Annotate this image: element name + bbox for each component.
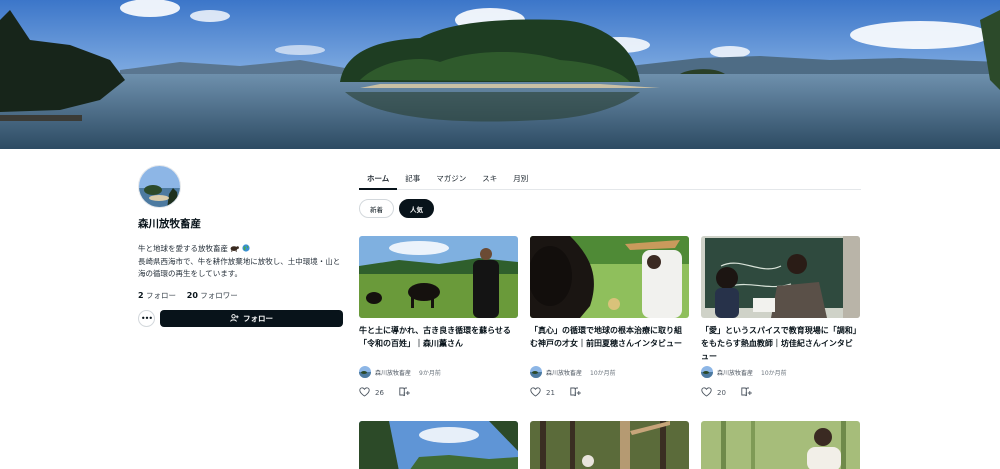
like-count: 21 (546, 389, 555, 397)
like-count: 26 (375, 389, 384, 397)
tab-magazines[interactable]: マガジン (428, 166, 474, 190)
cow-emoji-icon (230, 244, 240, 256)
published-ago: 10か月前 (761, 369, 787, 377)
article-card[interactable]: 「愛」というスパイスで教育現場に「調和」をもたらす熱血教師｜坊佳紀さんインタビュ… (701, 236, 860, 399)
like-count: 20 (717, 389, 726, 397)
tab-articles[interactable]: 記事 (397, 166, 428, 190)
article-card[interactable]: 「真心」の循環で地球の根本治療に取り組む神戸の才女｜前田夏穂さんインタビュー 森… (530, 236, 689, 399)
sort-filters: 新着 人気 (359, 199, 434, 218)
article-meta: 森川放牧畜産 9か月前 (359, 366, 518, 378)
follow-button-label: フォロー (243, 314, 273, 323)
tab-likes[interactable]: スキ (474, 166, 505, 190)
person-add-icon (230, 313, 239, 324)
header-banner-image (0, 0, 1000, 149)
tab-home[interactable]: ホーム (359, 166, 398, 190)
published-ago: 9か月前 (419, 369, 441, 377)
article-card[interactable] (530, 421, 689, 469)
heart-icon[interactable] (359, 387, 370, 399)
author-name[interactable]: 森川放牧畜産 (546, 368, 582, 377)
creator-bio: 牛と地球を愛する放牧畜産 長崎県西海市で、牛を耕作放棄地に放牧し、土中環境・山と… (138, 243, 343, 280)
ellipsis-icon: ••• (140, 313, 153, 323)
creator-name[interactable]: 森川放牧畜産 (138, 216, 343, 231)
article-thumbnail[interactable] (530, 236, 689, 318)
magazine-add-icon[interactable] (570, 387, 581, 399)
author-name[interactable]: 森川放牧畜産 (375, 368, 411, 377)
heart-icon[interactable] (701, 387, 712, 399)
article-card[interactable]: 牛と土に導かれ、古き良き循環を蘇らせる「令和の百姓」｜森川薫さん 森川放牧畜産 … (359, 236, 518, 399)
globe-emoji-icon (242, 244, 250, 256)
follow-stats: 2 フォロー 20 フォロワー (138, 290, 343, 301)
article-stats: 20 (701, 387, 860, 399)
article-thumbnail[interactable] (530, 421, 689, 469)
article-stats: 26 (359, 387, 518, 399)
more-options-button[interactable]: ••• (138, 310, 155, 327)
article-stats: 21 (530, 387, 689, 399)
profile-actions: ••• フォロー (138, 310, 343, 327)
magazine-add-icon[interactable] (741, 387, 752, 399)
article-thumbnail[interactable] (701, 421, 860, 469)
profile-tabs: ホーム 記事 マガジン スキ 月別 (359, 166, 861, 190)
article-meta: 森川放牧畜産 10か月前 (530, 366, 689, 378)
article-thumbnail[interactable] (359, 421, 518, 469)
article-thumbnail[interactable] (701, 236, 860, 318)
magazine-add-icon[interactable] (399, 387, 410, 399)
following-count[interactable]: 2 (138, 291, 144, 300)
article-thumbnail[interactable] (359, 236, 518, 318)
article-card[interactable] (359, 421, 518, 469)
bio-line-1: 牛と地球を愛する放牧畜産 (138, 244, 228, 253)
heart-icon[interactable] (530, 387, 541, 399)
filter-popular[interactable]: 人気 (399, 199, 434, 218)
published-ago: 10か月前 (590, 369, 616, 377)
follow-button[interactable]: フォロー (160, 310, 343, 327)
following-label[interactable]: フォロー (146, 291, 176, 300)
creator-avatar[interactable] (138, 165, 181, 208)
article-title[interactable]: 「真心」の循環で地球の根本治療に取り組む神戸の才女｜前田夏穂さんインタビュー (530, 324, 689, 364)
article-title[interactable]: 牛と土に導かれ、古き良き循環を蘇らせる「令和の百姓」｜森川薫さん (359, 324, 518, 364)
author-avatar[interactable] (701, 366, 713, 378)
author-avatar[interactable] (359, 366, 371, 378)
filter-newest[interactable]: 新着 (359, 199, 394, 218)
bio-line-2: 長崎県西海市で、牛を耕作放棄地に放牧し、土中環境・山と海の循環の再生をしています… (138, 257, 341, 278)
article-card[interactable] (701, 421, 860, 469)
creator-profile: 森川放牧畜産 牛と地球を愛する放牧畜産 長崎県西海市で、牛を耕作放棄地に放牧し、… (138, 165, 343, 327)
followers-label[interactable]: フォロワー (200, 291, 238, 300)
followers-count[interactable]: 20 (187, 291, 198, 300)
tab-monthly[interactable]: 月別 (505, 166, 536, 190)
author-avatar[interactable] (530, 366, 542, 378)
article-title[interactable]: 「愛」というスパイスで教育現場に「調和」をもたらす熱血教師｜坊佳紀さんインタビュ… (701, 324, 860, 364)
author-name[interactable]: 森川放牧畜産 (717, 368, 753, 377)
article-meta: 森川放牧畜産 10か月前 (701, 366, 860, 378)
